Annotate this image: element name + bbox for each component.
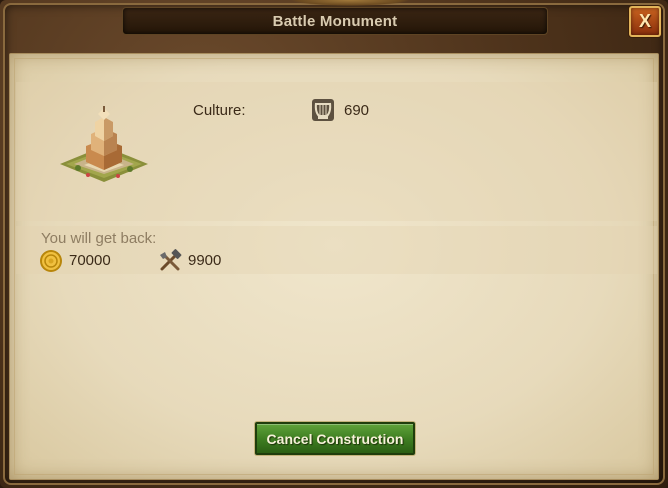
- lyre-icon: [312, 99, 334, 121]
- title-ornament: [290, 0, 410, 6]
- battle-monument-building-image: [60, 106, 148, 182]
- refund-label: You will get back:: [41, 230, 157, 247]
- culture-value: 690: [344, 102, 370, 119]
- cancel-construction-button[interactable]: Cancel Construction: [255, 422, 415, 455]
- culture-label: Culture:: [193, 102, 246, 119]
- supplies-refund-value: 9900: [188, 252, 222, 269]
- coins-refund-value: 70000: [69, 252, 111, 269]
- title-bar: Battle Monument: [122, 7, 548, 35]
- close-button[interactable]: X: [629, 6, 661, 37]
- dialog-title: Battle Monument: [272, 12, 398, 30]
- coin-icon: [40, 250, 62, 272]
- hammer-tools-icon: [160, 249, 182, 271]
